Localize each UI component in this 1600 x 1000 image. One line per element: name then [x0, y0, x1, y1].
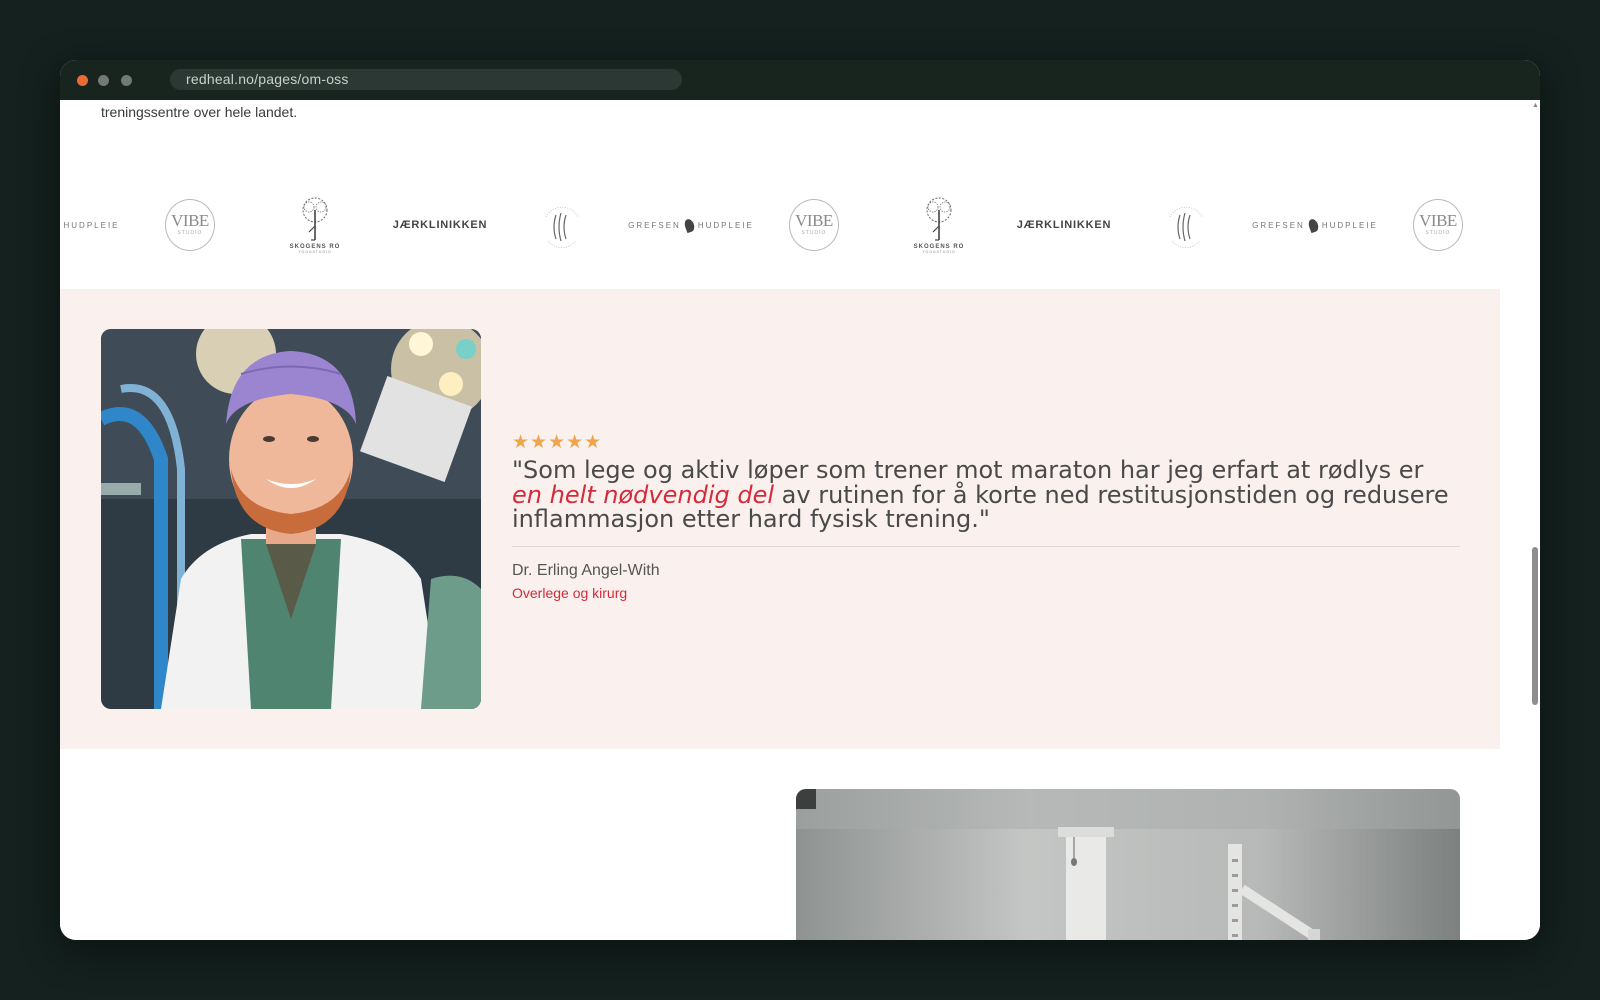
- maximize-window-button[interactable]: [121, 75, 132, 86]
- testimonial-quote-block: ★★★★★ "Som lege og aktiv løper som trene…: [512, 431, 1460, 601]
- title-bar: redheal.no/pages/om-oss: [60, 60, 1540, 100]
- logo-vibe-studio: VIBE STUDIO: [789, 160, 839, 290]
- benkterev-icon: [545, 206, 579, 249]
- browser-window: redheal.no/pages/om-oss treningssentre o…: [60, 60, 1540, 940]
- testimonial-author-role: Overlege og kirurg: [512, 584, 628, 601]
- logo-subtext: STUDIO: [1425, 230, 1451, 236]
- logo-benkterev-norge: [532, 160, 592, 290]
- logo-subtext: YOGASTUDIO: [922, 250, 956, 254]
- star-rating: ★★★★★: [512, 432, 603, 453]
- tree-icon: [302, 197, 328, 241]
- testimonial-section: ★★★★★ "Som lege og aktiv løper som trene…: [60, 289, 1500, 749]
- intro-text: treningssentre over hele landet.: [101, 104, 298, 120]
- page-viewport: treningssentre over hele landet. HUDPLEI…: [60, 100, 1540, 940]
- logo-text: VIBE: [1419, 211, 1457, 230]
- testimonial-quote: "Som lege og aktiv løper som trener mot …: [512, 458, 1460, 532]
- address-bar[interactable]: redheal.no/pages/om-oss: [170, 69, 682, 90]
- scrollbar-thumb[interactable]: [1532, 547, 1538, 705]
- logo-subtext: STUDIO: [177, 230, 203, 236]
- leaf-icon: [60, 217, 62, 233]
- close-window-button[interactable]: [77, 75, 88, 86]
- logo-text: HUDPLEIE: [697, 220, 754, 230]
- logo-vibe-studio: VIBE STUDIO: [165, 160, 215, 290]
- gym-interior-image: [796, 789, 1460, 940]
- logo-grefsen-hudpleie: GREFSEN HUDPLEIE: [1252, 160, 1376, 290]
- minimize-window-button[interactable]: [98, 75, 109, 86]
- logo-text: JÆRKLINIKKEN: [1016, 219, 1112, 231]
- divider: [512, 545, 1460, 547]
- logo-grefsen-hudpleie: GREFSEN HUDPLEIE: [628, 160, 752, 290]
- logo-jaerklinikken: JÆRKLINIKKEN: [393, 160, 487, 290]
- logo-text: JÆRKLINIKKEN: [392, 219, 488, 231]
- logo-subtext: STUDIO: [801, 230, 827, 236]
- logo-skogens-ro: SKOGENS RO YOGASTUDIO: [285, 160, 345, 290]
- logo-skogens-ro: SKOGENS RO YOGASTUDIO: [909, 160, 969, 290]
- logo-text: HUDPLEIE: [63, 220, 120, 230]
- logo-subtext: YOGASTUDIO: [298, 250, 332, 254]
- tree-icon: [926, 197, 952, 241]
- logo-jaerklinikken: JÆRKLINIKKEN: [1017, 160, 1111, 290]
- benkterev-icon: [1169, 206, 1203, 249]
- logo-text: VIBE: [795, 211, 833, 230]
- testimonial-author: Dr. Erling Angel-With: [512, 561, 660, 579]
- leaf-icon: [682, 217, 696, 233]
- logo-text: VIBE: [171, 211, 209, 230]
- logo-benkterev-norge: [1156, 160, 1216, 290]
- vertical-scrollbar[interactable]: ▲: [1530, 100, 1540, 940]
- doctor-photo: [101, 329, 481, 709]
- partner-logo-carousel: HUDPLEIE VIBE STUDIO SKOGENS RO YOGASTUD…: [60, 160, 1530, 290]
- gym-photo: [796, 789, 1460, 940]
- logo-hudpleie: HUDPLEIE: [60, 160, 120, 290]
- doctor-portrait-image: [101, 329, 481, 709]
- logo-text: GREFSEN: [1252, 220, 1305, 230]
- leaf-icon: [1306, 217, 1320, 233]
- logo-vibe-studio: VIBE STUDIO: [1413, 160, 1463, 290]
- logo-text: HUDPLEIE: [1321, 220, 1378, 230]
- logo-text: GREFSEN: [628, 220, 681, 230]
- scroll-up-arrow-icon[interactable]: ▲: [1532, 102, 1539, 109]
